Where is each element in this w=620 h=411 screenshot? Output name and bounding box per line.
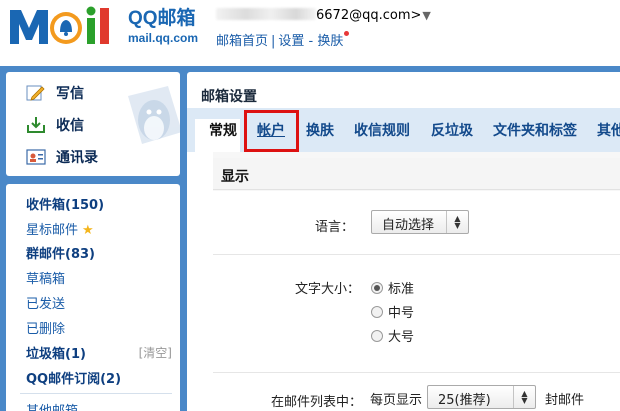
radio-icon[interactable] (371, 305, 383, 318)
star-icon: ★ (82, 223, 94, 238)
option-label: 标准 (388, 282, 415, 297)
highlight-annotation-box (244, 110, 299, 152)
user-email: 6672@qq.com> (316, 8, 422, 23)
sidebar-folders: 收件箱(150) 星标邮件 ★ 群邮件(83) 草稿箱 已发送 已删除 垃圾箱(1… (6, 184, 180, 411)
chevron-down-icon[interactable]: ▼ (422, 9, 430, 22)
radio-selected-icon[interactable] (371, 281, 383, 294)
font-size-option-medium[interactable]: 中号 (371, 302, 414, 321)
section-title: 显示 (221, 169, 249, 185)
contacts-icon (26, 149, 46, 165)
radio-icon[interactable] (371, 329, 383, 342)
per-page-value: 25(推荐) (438, 393, 491, 408)
language-label: 语言： (315, 220, 355, 235)
new-badge-dot (344, 31, 350, 36)
compose-label: 写信 (56, 86, 84, 102)
sidebar-divider (20, 393, 172, 394)
inbox-download-icon (27, 117, 45, 133)
header-links: 邮箱首页 | 设置 - 换肤 (216, 30, 350, 49)
header: QQ邮箱 mail.qq.com 6672@qq.com>▼ 邮箱首页 | 设置 -… (0, 0, 620, 66)
clear-spam-link[interactable]: [清空] (139, 344, 172, 361)
tab-skin[interactable]: 换肤 (306, 120, 334, 140)
tab-general[interactable]: 常规 (209, 120, 237, 140)
tab-filter-rules[interactable]: 收信规则 (354, 120, 410, 140)
font-size-option-large[interactable]: 大号 (371, 326, 414, 345)
check-mail-button[interactable]: 收信 (26, 114, 84, 136)
list-setting-label: 在邮件列表中： (271, 395, 363, 410)
link-separator-dash: - (304, 34, 318, 49)
settings-link[interactable]: 设置 (278, 34, 304, 49)
contacts-label: 通讯录 (56, 150, 98, 166)
pencil-icon (26, 85, 45, 101)
sidebar-item-inbox[interactable]: 收件箱(150) (26, 194, 104, 213)
logo-text: QQ邮箱 mail.qq.com (128, 8, 198, 45)
row-divider (213, 254, 620, 255)
language-value: 自动选择 (382, 218, 435, 233)
skin-link[interactable]: 换肤 (317, 34, 343, 49)
check-mail-label: 收信 (56, 118, 84, 134)
select-arrows-icon: ▲ ▼ (446, 211, 468, 233)
sidebar-actions: 写信 收信 通讯录 (6, 72, 180, 176)
sidebar-item-drafts[interactable]: 草稿箱 (26, 268, 65, 287)
font-size-option-standard[interactable]: 标准 (371, 278, 414, 297)
home-link[interactable]: 邮箱首页 (216, 34, 268, 49)
qq-penguin-watermark-icon (128, 86, 180, 144)
redacted-user-name (216, 8, 316, 20)
sidebar-item-deleted[interactable]: 已删除 (26, 318, 65, 337)
sidebar-item-subscriptions[interactable]: QQ邮件订阅(2) (26, 368, 121, 387)
logo-url: mail.qq.com (128, 31, 199, 45)
option-label: 大号 (388, 330, 415, 345)
starred-label: 星标邮件 (26, 223, 79, 238)
section-display: 显示 (213, 158, 620, 190)
logo-brand: QQ邮箱 (128, 8, 196, 29)
per-page-prefix: 每页显示 (370, 393, 423, 408)
sidebar-item-group-mail[interactable]: 群邮件(83) (26, 243, 95, 262)
qq-mail-logo[interactable] (8, 4, 126, 48)
font-size-label: 文字大小： (295, 282, 361, 297)
tab-folders-labels[interactable]: 文件夹和标签 (493, 120, 577, 140)
row-divider (213, 372, 620, 373)
option-label: 中号 (388, 306, 415, 321)
sidebar-item-sent[interactable]: 已发送 (26, 293, 65, 312)
sidebar-item-spam[interactable]: 垃圾箱(1) (26, 343, 86, 362)
page-title: 邮箱设置 (201, 89, 257, 105)
language-select[interactable]: 自动选择 ▲ ▼ (371, 210, 469, 234)
sidebar-item-other-mailboxes[interactable]: 其他邮箱 (26, 400, 78, 411)
link-separator: | (271, 34, 276, 49)
tab-anti-spam[interactable]: 反垃圾 (431, 120, 473, 140)
per-page-suffix: 封邮件 (545, 393, 585, 408)
per-page-select[interactable]: 25(推荐) ▲ ▼ (427, 385, 536, 409)
select-arrows-icon: ▲ ▼ (513, 386, 535, 408)
tab-other[interactable]: 其他 (597, 120, 620, 140)
contacts-button[interactable]: 通讯录 (26, 146, 98, 168)
user-account-menu[interactable]: 6672@qq.com>▼ (216, 8, 431, 23)
sidebar-item-starred[interactable]: 星标邮件 ★ (26, 219, 94, 238)
compose-button[interactable]: 写信 (26, 82, 84, 104)
settings-panel: 邮箱设置 常规 帐户 换肤 收信规则 反垃圾 文件夹和标签 其他 显示 语言： … (187, 72, 620, 411)
